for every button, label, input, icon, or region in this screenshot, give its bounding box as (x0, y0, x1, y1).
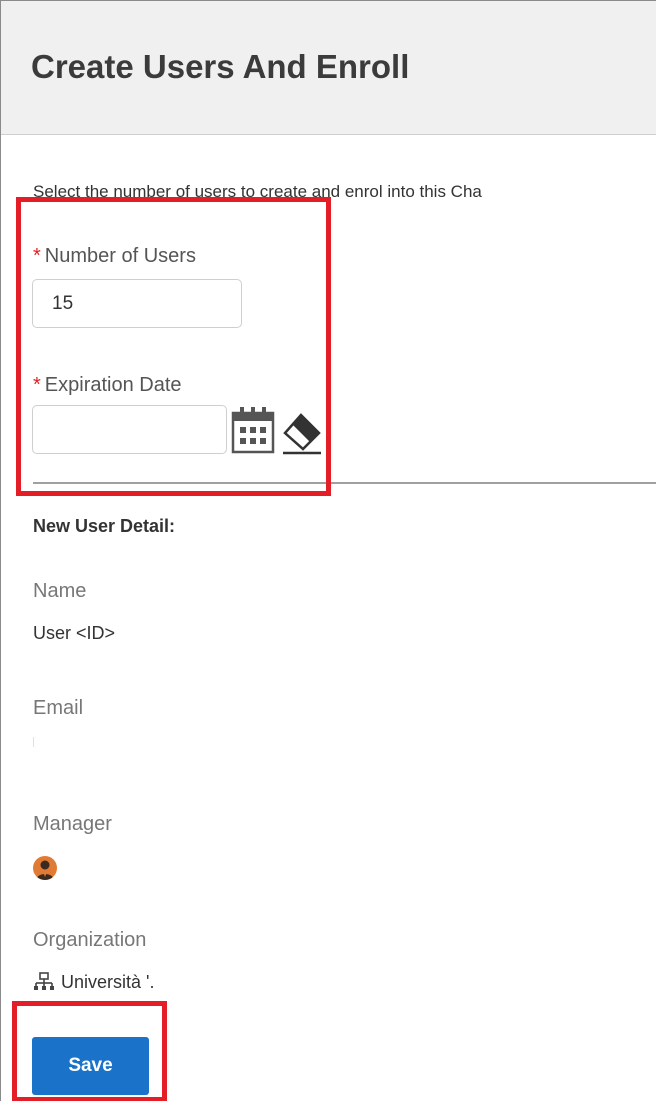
manager-label: Manager (33, 813, 112, 835)
page-title: Create Users And Enroll (31, 48, 410, 85)
email-label: Email (33, 697, 84, 719)
instruction-text: Select the number of users to create and… (33, 182, 482, 201)
page-header: Create Users And Enroll (1, 1, 656, 135)
expiration-date-label-text: Expiration Date (44, 374, 182, 396)
calendar-icon[interactable] (230, 405, 276, 455)
eraser-icon[interactable] (281, 411, 323, 455)
number-of-users-label: * Number of Users (33, 245, 196, 268)
section-divider (33, 482, 656, 484)
save-button[interactable]: Save (32, 1037, 149, 1095)
user-avatar-icon (33, 856, 57, 880)
expiration-date-label: * Expiration Date (33, 374, 182, 397)
new-user-detail-heading: New User Detail: (33, 516, 176, 536)
number-of-users-label-text: Number of Users (44, 245, 196, 267)
organization-row: Università '. (33, 970, 154, 994)
organization-value: Università '. (61, 971, 155, 992)
org-chart-icon (33, 971, 55, 993)
required-marker: * (33, 245, 41, 267)
name-value: User <ID> (33, 623, 116, 643)
name-label: Name (33, 580, 87, 602)
number-of-users-input[interactable] (32, 279, 242, 328)
organization-label: Organization (33, 929, 147, 951)
required-marker: * (33, 374, 41, 396)
page-frame: Create Users And Enroll Select the numbe… (0, 0, 656, 1101)
expiration-date-input[interactable] (32, 405, 227, 454)
email-value (33, 737, 34, 747)
